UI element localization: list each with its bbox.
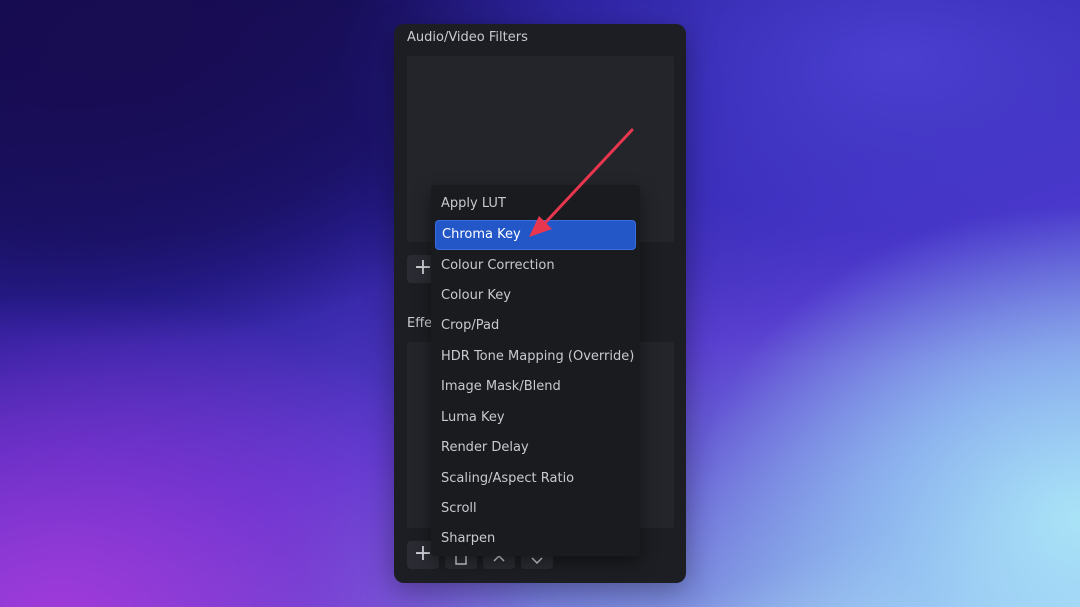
menu-item-scaling-aspect-ratio[interactable]: Scaling/Aspect Ratio (435, 464, 636, 494)
menu-item-colour-correction[interactable]: Colour Correction (435, 251, 636, 281)
menu-item-sharpen[interactable]: Sharpen (435, 524, 636, 554)
menu-item-crop-pad[interactable]: Crop/Pad (435, 311, 636, 341)
menu-item-image-mask-blend[interactable]: Image Mask/Blend (435, 372, 636, 402)
menu-item-chroma-key[interactable]: Chroma Key (435, 220, 636, 250)
panel-title: Audio/Video Filters (407, 30, 528, 45)
plus-icon: + (413, 541, 433, 566)
menu-item-colour-key[interactable]: Colour Key (435, 281, 636, 311)
plus-icon: + (413, 255, 433, 280)
menu-item-render-delay[interactable]: Render Delay (435, 433, 636, 463)
effect-filters-title: Effe (407, 316, 433, 331)
filter-dropdown-menu: Apply LUT Chroma Key Colour Correction C… (431, 185, 640, 556)
menu-item-luma-key[interactable]: Luma Key (435, 403, 636, 433)
menu-item-scroll[interactable]: Scroll (435, 494, 636, 524)
menu-item-apply-lut[interactable]: Apply LUT (435, 189, 636, 219)
menu-item-hdr-tone-mapping[interactable]: HDR Tone Mapping (Override) (435, 342, 636, 372)
